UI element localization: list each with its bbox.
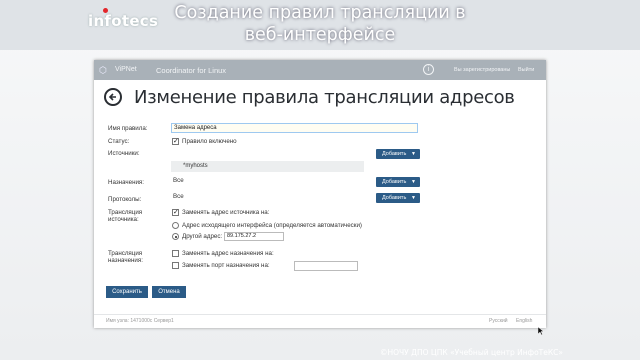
replace-source-label: Заменять адрес источника на: bbox=[182, 209, 270, 216]
rule-name-input[interactable]: Замена адреса bbox=[171, 123, 418, 133]
auto-address-radio[interactable] bbox=[172, 222, 179, 229]
replace-port-label: Заменять порт назначения на: bbox=[182, 262, 270, 269]
source-translation-label-1: Трансляция bbox=[108, 209, 143, 216]
rule-name-label: Имя правила: bbox=[108, 125, 148, 132]
status-label: Статус: bbox=[108, 138, 130, 145]
other-address-input[interactable]: 89.175.27.2 bbox=[224, 232, 284, 241]
replace-source-checkbox[interactable] bbox=[172, 208, 179, 216]
protocols-value: Все bbox=[173, 193, 184, 200]
presentation-slide: infotecs Создание правил трансляции в ве… bbox=[0, 0, 640, 360]
logo-dot-icon bbox=[103, 8, 108, 13]
source-list-item[interactable]: *myhosts bbox=[171, 161, 364, 172]
other-address-radio[interactable] bbox=[172, 233, 179, 240]
product-name: ViPNet bbox=[115, 66, 137, 73]
replace-destination-checkbox[interactable] bbox=[172, 250, 179, 257]
auto-address-label: Адрес исходящего интерфейса (определяетс… bbox=[182, 222, 362, 229]
slide-title-line-1: Создание правил трансляции в bbox=[174, 3, 466, 23]
add-destination-label: Добавить bbox=[382, 179, 407, 185]
add-destination-button[interactable]: Добавить ▼ bbox=[376, 177, 420, 187]
user-status[interactable]: Вы зарегистрированы bbox=[454, 67, 510, 73]
vipnet-logo-icon: ⬡ bbox=[99, 65, 107, 75]
status-footer: Имя узла: 1471000c Сервер1 Русский Engli… bbox=[94, 314, 546, 328]
slide-title-line-2: веб-интерфейсе bbox=[244, 25, 396, 45]
add-source-button[interactable]: Добавить ▼ bbox=[376, 149, 420, 159]
language-en-link[interactable]: English bbox=[516, 315, 532, 327]
protocols-label: Протоколы: bbox=[108, 196, 142, 203]
destination-translation-label-1: Трансляция bbox=[108, 250, 143, 257]
mouse-cursor-icon bbox=[538, 327, 544, 335]
chevron-down-icon: ▼ bbox=[411, 179, 416, 185]
save-button[interactable]: Сохранить bbox=[106, 286, 148, 298]
back-arrow-icon[interactable] bbox=[104, 88, 122, 106]
add-protocol-label: Добавить bbox=[382, 195, 407, 201]
cancel-button[interactable]: Отмена bbox=[152, 286, 186, 298]
rule-enabled-checkbox[interactable] bbox=[172, 137, 179, 145]
replace-port-checkbox[interactable] bbox=[172, 262, 179, 269]
destinations-value: Все bbox=[173, 177, 184, 184]
app-name: Coordinator for Linux bbox=[156, 66, 227, 75]
sources-label: Источники: bbox=[108, 150, 140, 157]
chevron-down-icon: ▼ bbox=[411, 195, 416, 201]
chevron-down-icon: ▼ bbox=[411, 151, 416, 157]
destination-translation-label-2: назначения: bbox=[108, 257, 143, 264]
source-translation-label-2: источника: bbox=[108, 216, 139, 223]
other-address-label: Другой адрес: bbox=[182, 233, 223, 240]
rule-enabled-label: Правило включено bbox=[182, 138, 237, 145]
copyright-text: ©НОЧУ ДПО ЦПК «Учебный центр ИнфоТеКС» bbox=[380, 348, 564, 357]
info-icon[interactable]: i bbox=[423, 64, 434, 75]
infotecs-logo: infotecs bbox=[88, 12, 159, 30]
logout-link[interactable]: Выйти bbox=[518, 67, 534, 73]
web-interface-window: ⬡ ViPNet Coordinator for Linux i Вы заре… bbox=[94, 60, 546, 335]
language-ru-link[interactable]: Русский bbox=[489, 315, 508, 327]
node-info: Имя узла: 1471000c Сервер1 bbox=[106, 318, 174, 324]
page-title: Изменение правила трансляции адресов bbox=[134, 87, 515, 108]
add-source-label: Добавить bbox=[382, 151, 407, 157]
replace-destination-label: Заменять адрес назначения на: bbox=[182, 250, 274, 257]
add-protocol-button[interactable]: Добавить ▼ bbox=[376, 193, 420, 203]
port-input[interactable] bbox=[294, 261, 358, 271]
destinations-label: Назначения: bbox=[108, 179, 145, 186]
app-header-bar: ⬡ ViPNet Coordinator for Linux i Вы заре… bbox=[94, 60, 546, 80]
slide-title: Создание правил трансляции в веб-интерфе… bbox=[150, 2, 490, 46]
